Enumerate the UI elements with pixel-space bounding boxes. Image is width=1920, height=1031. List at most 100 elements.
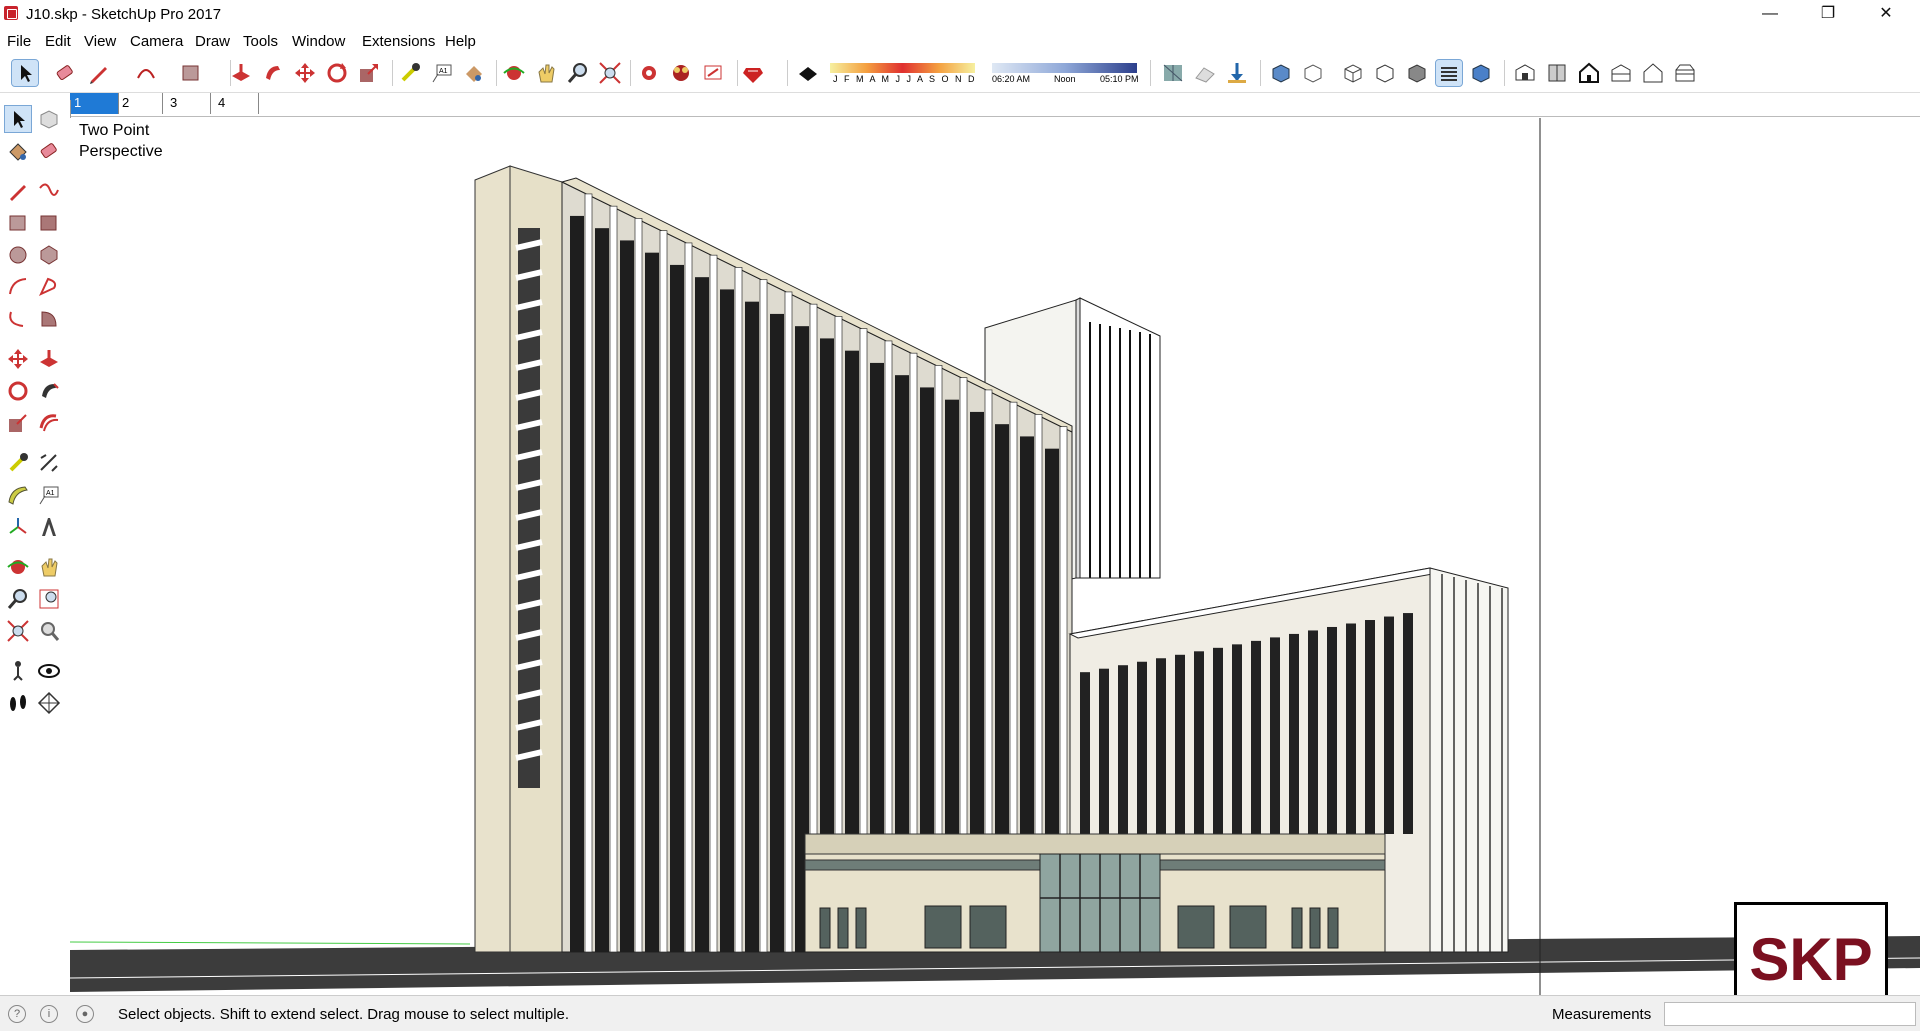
scale-tool-icon[interactable] (356, 60, 382, 86)
eraser-side-icon[interactable] (36, 138, 62, 164)
scale-side-icon[interactable] (5, 410, 31, 436)
orbit-tool-icon[interactable] (501, 60, 527, 86)
pan-side-icon[interactable] (36, 554, 62, 580)
map-location-icon[interactable] (1160, 60, 1186, 86)
zoom-extents-side-icon[interactable] (5, 618, 31, 644)
pencil-tool-icon[interactable] (86, 60, 112, 86)
rectangle-tool-icon[interactable] (178, 60, 204, 86)
layout-send-icon[interactable] (700, 60, 726, 86)
front-view-icon[interactable] (1576, 60, 1602, 86)
paint-bucket-side-icon[interactable] (5, 138, 31, 164)
follow-me-tool-icon[interactable] (260, 60, 286, 86)
eraser-tool-icon[interactable] (52, 60, 78, 86)
push-pull-side-icon[interactable] (36, 346, 62, 372)
shaded-with-textures-icon[interactable] (1435, 59, 1463, 87)
position-camera-icon[interactable] (5, 658, 31, 684)
rotate-tool-icon[interactable] (324, 60, 350, 86)
zoom-side-icon[interactable] (5, 586, 31, 612)
make-component-icon[interactable] (36, 106, 62, 132)
section-plane-icon[interactable] (36, 690, 62, 716)
menu-file[interactable]: File (7, 33, 31, 50)
model-viewport[interactable]: Two Point Perspective (70, 118, 1920, 995)
freehand-tool-icon[interactable] (36, 178, 62, 204)
line-tool-icon[interactable] (5, 178, 31, 204)
menu-window[interactable]: Window (292, 33, 345, 50)
scene-tab-3[interactable]: 3 (166, 93, 211, 114)
previous-view-icon[interactable] (36, 618, 62, 644)
tower-window-column (645, 252, 659, 953)
dimension-side-icon[interactable] (36, 450, 62, 476)
paint-bucket-icon[interactable] (461, 60, 487, 86)
menu-view[interactable]: View (84, 33, 116, 50)
two-point-arc-icon[interactable] (36, 274, 62, 300)
restore-button[interactable]: ❐ (1800, 0, 1856, 30)
top-view-icon[interactable] (1544, 60, 1570, 86)
tape-measure-side-icon[interactable] (5, 450, 31, 476)
monochrome-icon[interactable] (1468, 60, 1494, 86)
photo-texture-icon[interactable] (1224, 60, 1250, 86)
user-account-icon[interactable]: ● (76, 1005, 94, 1023)
scene-tab-4[interactable]: 4 (214, 93, 259, 114)
menu-camera[interactable]: Camera (130, 33, 183, 50)
offset-tool-icon[interactable] (36, 410, 62, 436)
hidden-line-icon[interactable] (1372, 60, 1398, 86)
close-button[interactable]: ✕ (1858, 0, 1914, 30)
right-view-icon[interactable] (1608, 60, 1634, 86)
protractor-icon[interactable] (5, 482, 31, 508)
menu-tools[interactable]: Tools (243, 33, 278, 50)
ruby-console-icon[interactable] (740, 60, 766, 86)
credits-icon[interactable]: i (40, 1005, 58, 1023)
move-tool-icon[interactable] (292, 60, 318, 86)
minimize-button[interactable]: — (1742, 0, 1798, 30)
main-toolbar: A1 J F M A M J J A S O N D 06:20 AM Noon… (0, 54, 1920, 93)
menu-draw[interactable]: Draw (195, 33, 230, 50)
polygon-tool-icon[interactable] (36, 242, 62, 268)
axes-tool-icon[interactable] (5, 514, 31, 540)
shadow-time-slider[interactable] (992, 63, 1137, 73)
extension-warehouse-icon[interactable] (668, 60, 694, 86)
3d-text-icon[interactable] (36, 514, 62, 540)
dimension-tool-icon[interactable]: A1 (429, 60, 455, 86)
zoom-tool-icon[interactable] (565, 60, 591, 86)
menu-extensions[interactable]: Extensions (362, 33, 435, 50)
menu-edit[interactable]: Edit (45, 33, 71, 50)
look-around-icon[interactable] (36, 658, 62, 684)
back-view-icon[interactable] (1640, 60, 1666, 86)
rectangle-side-icon[interactable] (5, 210, 31, 236)
wireframe-icon[interactable] (1340, 60, 1366, 86)
pan-tool-icon[interactable] (533, 60, 559, 86)
orbit-side-icon[interactable] (5, 554, 31, 580)
three-point-arc-icon[interactable] (5, 306, 31, 332)
tape-measure-icon[interactable] (397, 60, 423, 86)
arc-tool-icon[interactable] (133, 60, 159, 86)
menu-help[interactable]: Help (445, 33, 476, 50)
circle-tool-icon[interactable] (5, 242, 31, 268)
arc-side-icon[interactable] (5, 274, 31, 300)
scene-tab-1[interactable]: 1 (70, 93, 119, 114)
xray-style-icon[interactable] (1268, 60, 1294, 86)
status-bar: ? i ● Select objects. Shift to extend se… (0, 995, 1920, 1031)
geo-location-icon[interactable]: ? (8, 1005, 26, 1023)
shadows-toggle-icon[interactable] (795, 60, 821, 86)
warehouse-icon[interactable] (636, 60, 662, 86)
zoom-window-icon[interactable] (36, 586, 62, 612)
rotate-side-icon[interactable] (5, 378, 31, 404)
terrain-toggle-icon[interactable] (1192, 60, 1218, 86)
pie-tool-icon[interactable] (36, 306, 62, 332)
select-icon[interactable] (4, 105, 32, 133)
shadow-month-slider[interactable] (830, 63, 975, 73)
select-tool-icon[interactable] (11, 59, 39, 87)
zoom-extents-icon[interactable] (597, 60, 623, 86)
left-view-icon[interactable] (1672, 60, 1698, 86)
shaded-icon[interactable] (1404, 60, 1430, 86)
move-side-icon[interactable] (5, 346, 31, 372)
follow-me-side-icon[interactable] (36, 378, 62, 404)
push-pull-tool-icon[interactable] (228, 60, 254, 86)
back-edges-icon[interactable] (1300, 60, 1326, 86)
iso-view-icon[interactable] (1512, 60, 1538, 86)
rotated-rectangle-icon[interactable] (36, 210, 62, 236)
scene-tab-2[interactable]: 2 (118, 93, 163, 114)
walk-tool-icon[interactable] (5, 690, 31, 716)
text-tool-icon[interactable]: A1 (36, 482, 62, 508)
measurements-input[interactable] (1664, 1002, 1916, 1026)
